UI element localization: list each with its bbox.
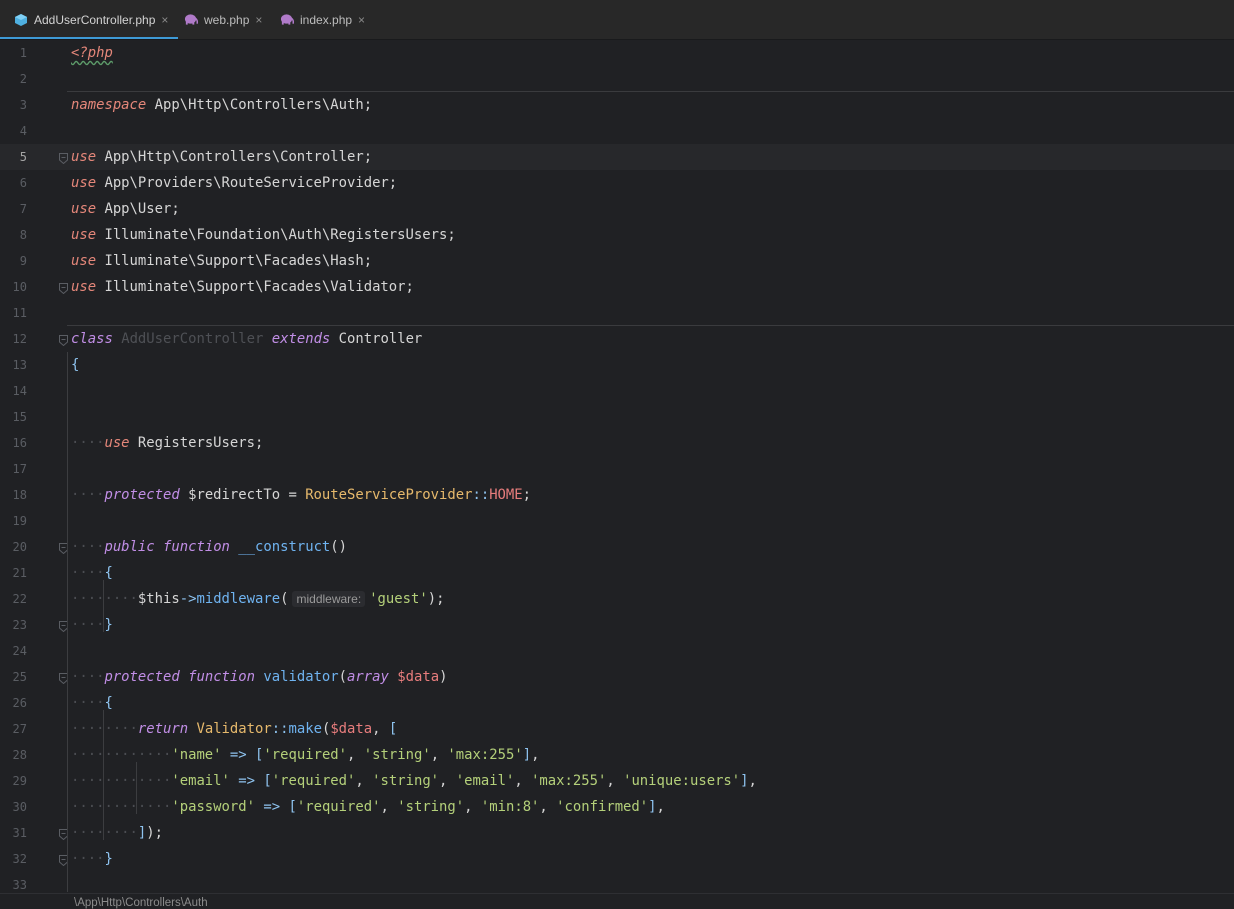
line-number[interactable]: 21: [0, 560, 27, 586]
php-elephant-icon: [280, 13, 294, 27]
code-line-29: ············'email' => ['required', 'str…: [71, 773, 757, 789]
editor-line[interactable]: 21: [0, 560, 1234, 586]
parameter-hint: middleware:: [292, 591, 366, 607]
line-number[interactable]: 5: [0, 144, 27, 170]
code-line-32: ····}: [71, 851, 113, 867]
editor-line[interactable]: 31: [0, 820, 1234, 846]
line-number[interactable]: 12: [0, 326, 27, 352]
line-number[interactable]: 20: [0, 534, 27, 560]
line-number[interactable]: 28: [0, 742, 27, 768]
close-icon[interactable]: ×: [161, 13, 168, 27]
code-line-21: ····{: [71, 565, 113, 581]
code-line-1: <?php: [71, 45, 113, 61]
editor-line[interactable]: 2: [0, 66, 1234, 92]
code-line-9: use Illuminate\Support\Facades\Hash;: [71, 253, 373, 269]
editor-line[interactable]: 11: [0, 300, 1234, 326]
code-line-16: ····use RegistersUsers;: [71, 435, 264, 451]
line-number[interactable]: 16: [0, 430, 27, 456]
code-line-12: class AddUserController extends Controll…: [71, 331, 423, 347]
tab-label: index.php: [300, 12, 353, 27]
code-line-8: use Illuminate\Foundation\Auth\Registers…: [71, 227, 456, 243]
code-line-26: ····{: [71, 695, 113, 711]
editor-line[interactable]: 33: [0, 872, 1234, 893]
line-number[interactable]: 8: [0, 222, 27, 248]
close-icon[interactable]: ×: [255, 13, 262, 27]
code-line-31: ········]);: [71, 825, 164, 841]
line-number[interactable]: 33: [0, 872, 27, 893]
tab-addusercontroller[interactable]: AddUserController.php ×: [0, 0, 178, 39]
editor-line[interactable]: 14: [0, 378, 1234, 404]
line-number[interactable]: 25: [0, 664, 27, 690]
tab-web[interactable]: web.php ×: [184, 0, 274, 39]
line-number[interactable]: 3: [0, 92, 27, 118]
line-number[interactable]: 26: [0, 690, 27, 716]
code-line-20: ····public function __construct(): [71, 539, 348, 555]
editor-line[interactable]: 24: [0, 638, 1234, 664]
editor-line[interactable]: 17: [0, 456, 1234, 482]
editor-line[interactable]: 15: [0, 404, 1234, 430]
fold-icon[interactable]: [59, 333, 68, 347]
line-number[interactable]: 17: [0, 456, 27, 482]
line-number[interactable]: 4: [0, 118, 27, 144]
line-number[interactable]: 29: [0, 768, 27, 794]
code-line-3: namespace App\Http\Controllers\Auth;: [71, 97, 373, 113]
breadcrumb[interactable]: \App\Http\Controllers\Auth: [74, 897, 208, 909]
fold-icon[interactable]: [59, 151, 68, 165]
line-number[interactable]: 27: [0, 716, 27, 742]
code-line-28: ············'name' => ['required', 'stri…: [71, 747, 540, 763]
line-number[interactable]: 14: [0, 378, 27, 404]
editor-line[interactable]: 23: [0, 612, 1234, 638]
editor-tab-bar: AddUserController.php × web.php × index.…: [0, 0, 1234, 40]
php-elephant-icon: [184, 13, 198, 27]
code-line-27: ········return Validator::make($data, [: [71, 721, 398, 737]
code-line-18: ····protected $redirectTo = RouteService…: [71, 487, 532, 503]
editor-line[interactable]: 32: [0, 846, 1234, 872]
line-number[interactable]: 18: [0, 482, 27, 508]
tab-label: AddUserController.php: [34, 12, 156, 27]
line-number[interactable]: 9: [0, 248, 27, 274]
tab-label: web.php: [204, 12, 250, 27]
php-class-icon: [14, 13, 28, 27]
fold-icon[interactable]: [59, 281, 68, 295]
line-number[interactable]: 10: [0, 274, 27, 300]
line-number[interactable]: 6: [0, 170, 27, 196]
code-line-23: ····}: [71, 617, 113, 633]
line-number[interactable]: 30: [0, 794, 27, 820]
code-line-13: {: [71, 357, 80, 373]
code-line-6: use App\Providers\RouteServiceProvider;: [71, 175, 398, 191]
line-number[interactable]: 13: [0, 352, 27, 378]
editor-line[interactable]: 4: [0, 118, 1234, 144]
line-number[interactable]: 22: [0, 586, 27, 612]
code-line-7: use App\User;: [71, 201, 180, 217]
line-number[interactable]: 24: [0, 638, 27, 664]
line-number[interactable]: 15: [0, 404, 27, 430]
line-number[interactable]: 11: [0, 300, 27, 326]
code-line-5: use App\Http\Controllers\Controller;: [71, 149, 373, 165]
line-number[interactable]: 1: [0, 40, 27, 66]
code-line-30: ············'password' => ['required', '…: [71, 799, 665, 815]
line-number[interactable]: 31: [0, 820, 27, 846]
line-number[interactable]: 2: [0, 66, 27, 92]
editor-line[interactable]: 1: [0, 40, 1234, 66]
line-number[interactable]: 7: [0, 196, 27, 222]
tab-index[interactable]: index.php ×: [280, 0, 380, 39]
close-icon[interactable]: ×: [358, 13, 365, 27]
editor-line[interactable]: 26: [0, 690, 1234, 716]
active-tab-indicator: [0, 37, 178, 39]
editor-line[interactable]: 19: [0, 508, 1234, 534]
line-number[interactable]: 19: [0, 508, 27, 534]
code-line-10: use Illuminate\Support\Facades\Validator…: [71, 279, 414, 295]
editor-line[interactable]: 7: [0, 196, 1234, 222]
line-number[interactable]: 23: [0, 612, 27, 638]
breadcrumb-bar: \App\Http\Controllers\Auth: [0, 893, 1234, 909]
code-editor[interactable]: 1 2 3 4 5 6 7 8 9 10 11 12 13 14 15 16 17 18 19 20 21 22 23 24 2…: [0, 40, 1234, 893]
code-line-25: ····protected function validator(array $…: [71, 669, 448, 685]
code-line-22: ········$this->middleware(middleware:'gu…: [71, 591, 445, 607]
line-number[interactable]: 32: [0, 846, 27, 872]
indent-guide: [67, 352, 68, 892]
editor-line[interactable]: 13: [0, 352, 1234, 378]
